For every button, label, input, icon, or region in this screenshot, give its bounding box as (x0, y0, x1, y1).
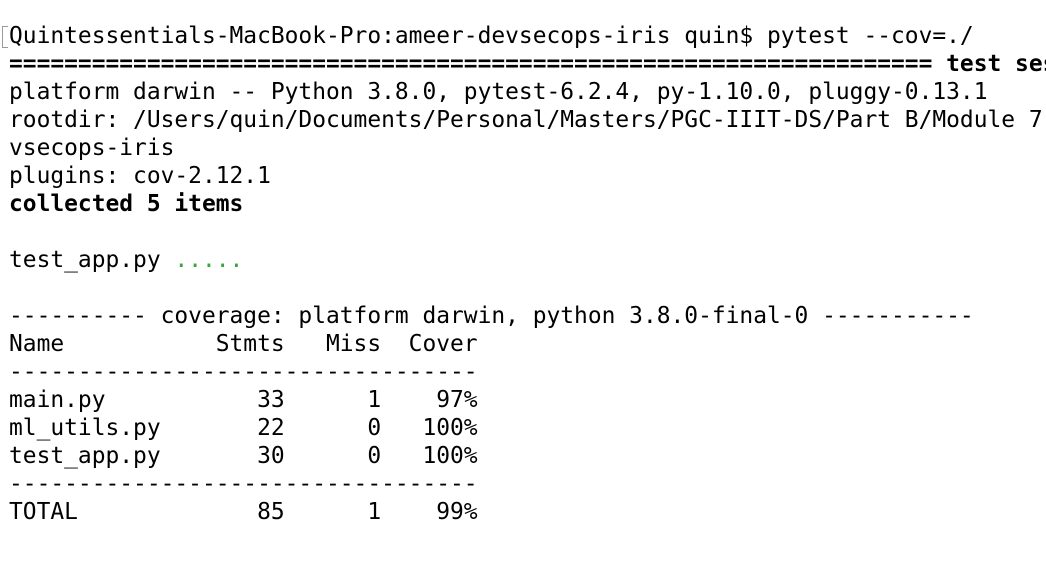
test-pass-dots: ..... (174, 247, 244, 273)
test-file-name: test_app.py (9, 247, 161, 273)
coverage-table-header: Name Stmts Miss Cover (9, 331, 478, 357)
session-header: ========================================… (9, 51, 1046, 77)
collected-line: collected 5 items (9, 191, 244, 217)
coverage-header: ---------- coverage: platform darwin, py… (9, 303, 974, 329)
selection-bracket-icon (2, 26, 8, 48)
coverage-separator: ---------------------------------- (9, 471, 478, 497)
coverage-total-row: TOTAL 85 1 99% (9, 499, 478, 525)
test-result-line: test_app.py ..... (0, 246, 1046, 274)
coverage-separator: ---------------------------------- (9, 359, 478, 385)
platform-line: platform darwin -- Python 3.8.0, pytest-… (9, 79, 988, 105)
coverage-row: ml_utils.py 22 0 100% (9, 415, 478, 441)
coverage-row: main.py 33 1 97% (9, 387, 478, 413)
terminal-window[interactable]: Quintessentials-MacBook-Pro:ameer-devsec… (0, 0, 1046, 576)
prompt-line: Quintessentials-MacBook-Pro:ameer-devsec… (9, 23, 974, 49)
coverage-row: test_app.py 30 0 100% (9, 443, 478, 469)
rootdir-line: rootdir: /Users/quin/Documents/Personal/… (9, 107, 1043, 133)
rootdir-wrap-line: vsecops-iris (9, 135, 175, 161)
plugins-line: plugins: cov-2.12.1 (9, 163, 271, 189)
